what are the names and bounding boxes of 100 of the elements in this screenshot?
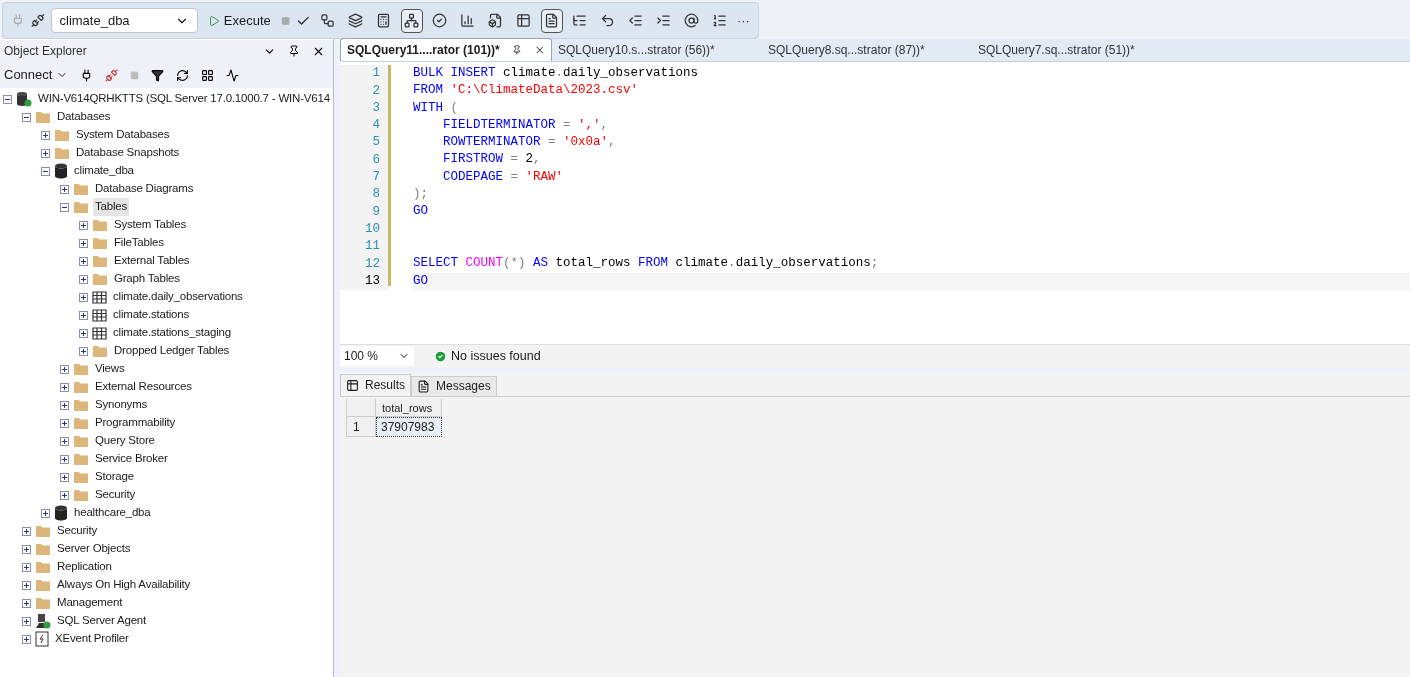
execute-button[interactable]: Execute [203, 10, 275, 31]
expand-toggle[interactable] [60, 400, 69, 410]
database-dropdown[interactable]: climate_dba [50, 8, 198, 33]
activity-icon[interactable] [226, 68, 240, 82]
code-line: GO [413, 273, 428, 288]
tree-item[interactable]: Views [93, 360, 127, 378]
expand-toggle[interactable] [60, 490, 69, 500]
tree-item[interactable]: Programmability [93, 414, 178, 432]
document-icon [417, 379, 430, 393]
disconnect-icon[interactable] [105, 68, 119, 82]
tree-item[interactable]: climate.stations_staging [111, 324, 233, 342]
expand-toggle[interactable] [41, 130, 50, 140]
expand-toggle[interactable] [22, 598, 31, 608]
expand-toggle[interactable] [41, 148, 50, 158]
expand-toggle[interactable] [22, 562, 31, 572]
tree-item[interactable]: WIN-V614QRHKTTS (SQL Server 17.0.1000.7 - WIN-V614 [36, 90, 332, 108]
expand-toggle[interactable] [79, 328, 88, 338]
tree-item[interactable]: System Tables [112, 216, 188, 234]
tree-item[interactable]: climate_dba [72, 162, 136, 180]
pin-icon[interactable] [288, 45, 300, 57]
column-header[interactable]: total_rows [376, 398, 442, 417]
unplug-icon[interactable] [30, 13, 45, 28]
tree-item[interactable]: Storage [93, 468, 136, 486]
tree-item[interactable]: FileTables [112, 234, 166, 252]
row-header[interactable]: 1 [346, 416, 376, 437]
line-number: 6 [372, 151, 380, 169]
tree-item[interactable]: Replication [55, 558, 114, 576]
tree-item[interactable]: System Databases [74, 126, 172, 144]
code-line: GO [413, 204, 428, 219]
nodes-icon[interactable] [400, 8, 423, 33]
tree-item[interactable]: climate.stations [111, 306, 192, 324]
tree-item[interactable]: Database Snapshots [74, 144, 182, 162]
tree-item[interactable]: Security [55, 522, 99, 540]
profiler-icon [35, 631, 49, 647]
tree-item[interactable]: Tables [93, 198, 130, 216]
expand-toggle[interactable] [22, 616, 31, 626]
tree-item[interactable]: Dropped Ledger Tables [112, 342, 232, 360]
tree-item[interactable]: XEvent Profiler [53, 630, 131, 648]
tree-item[interactable]: Management [55, 594, 125, 612]
tree-item[interactable]: Databases [55, 108, 113, 126]
expand-toggle[interactable] [60, 436, 69, 446]
tree-item[interactable]: Security [93, 486, 137, 504]
expand-toggle[interactable] [60, 382, 69, 392]
expand-toggle[interactable] [41, 508, 50, 518]
tree-item[interactable]: SQL Server Agent [55, 612, 149, 630]
tree-item[interactable]: climate.daily_observations [111, 288, 245, 306]
expand-toggle[interactable] [60, 418, 69, 428]
editor-tab[interactable]: SQLQuery10.s...strator (56))* [552, 38, 762, 61]
expand-toggle[interactable] [60, 364, 69, 374]
tree-item[interactable]: Synonyms [93, 396, 150, 414]
folder-icon [35, 578, 51, 592]
close-icon[interactable] [533, 43, 545, 57]
editor-tab[interactable]: SQLQuery8.sq...strator (87))* [762, 38, 972, 61]
table-cell[interactable]: 37907983 [376, 416, 442, 437]
editor-tab[interactable]: SQLQuery11....rator (101))* [340, 38, 552, 61]
folder-icon [73, 362, 89, 376]
more-button[interactable]: ··· [736, 10, 750, 31]
tree-item[interactable]: healthcare_dba [72, 504, 153, 522]
expand-toggle[interactable] [79, 220, 88, 230]
expand-toggle[interactable] [60, 184, 69, 194]
folder-icon [73, 398, 89, 412]
expand-toggle[interactable] [22, 634, 31, 644]
expand-toggle[interactable] [22, 526, 31, 536]
connect-button[interactable]: Connect [4, 65, 69, 85]
tree-item[interactable]: External Tables [112, 252, 192, 270]
line-number: 5 [372, 134, 380, 152]
expand-toggle[interactable] [22, 580, 31, 590]
tree-item[interactable]: Service Broker [93, 450, 170, 468]
tree-item[interactable]: Query Store [93, 432, 157, 450]
tree-item[interactable]: Graph Tables [112, 270, 182, 288]
line-number: 8 [372, 186, 380, 204]
editor-tab[interactable]: SQLQuery7.sq...strator (51))* [972, 38, 1182, 61]
collapse-toggle[interactable] [60, 202, 69, 212]
refresh-icon[interactable] [176, 68, 190, 82]
line-number: 9 [372, 203, 380, 221]
filter-icon[interactable] [151, 68, 165, 82]
expand-toggle[interactable] [79, 274, 88, 284]
expand-toggle[interactable] [79, 238, 88, 248]
collapse-toggle[interactable] [22, 112, 31, 122]
result-tab[interactable]: Results [340, 373, 411, 396]
expand-toggle[interactable] [79, 256, 88, 266]
zoom-dropdown[interactable]: 100 % [340, 346, 414, 366]
expand-toggle[interactable] [60, 472, 69, 482]
folder-icon [73, 488, 89, 502]
expand-toggle[interactable] [79, 310, 88, 320]
document-icon[interactable] [540, 8, 563, 33]
table-icon [92, 308, 107, 322]
tree-item[interactable]: External Resources [93, 378, 194, 396]
expand-toggle[interactable] [79, 346, 88, 356]
code-line: ROWTERMINATOR = '0x0a', [442, 135, 616, 150]
result-tab[interactable]: Messages [411, 375, 497, 396]
tree-item[interactable]: Always On High Availability [55, 576, 193, 594]
agent-icon [35, 613, 51, 629]
expand-toggle[interactable] [79, 292, 88, 302]
collapse-toggle[interactable] [41, 166, 50, 176]
collapse-toggle[interactable] [3, 94, 12, 104]
tree-item[interactable]: Server Objects [55, 540, 133, 558]
tree-item[interactable]: Database Diagrams [93, 180, 196, 198]
expand-toggle[interactable] [60, 454, 69, 464]
expand-toggle[interactable] [22, 544, 31, 554]
